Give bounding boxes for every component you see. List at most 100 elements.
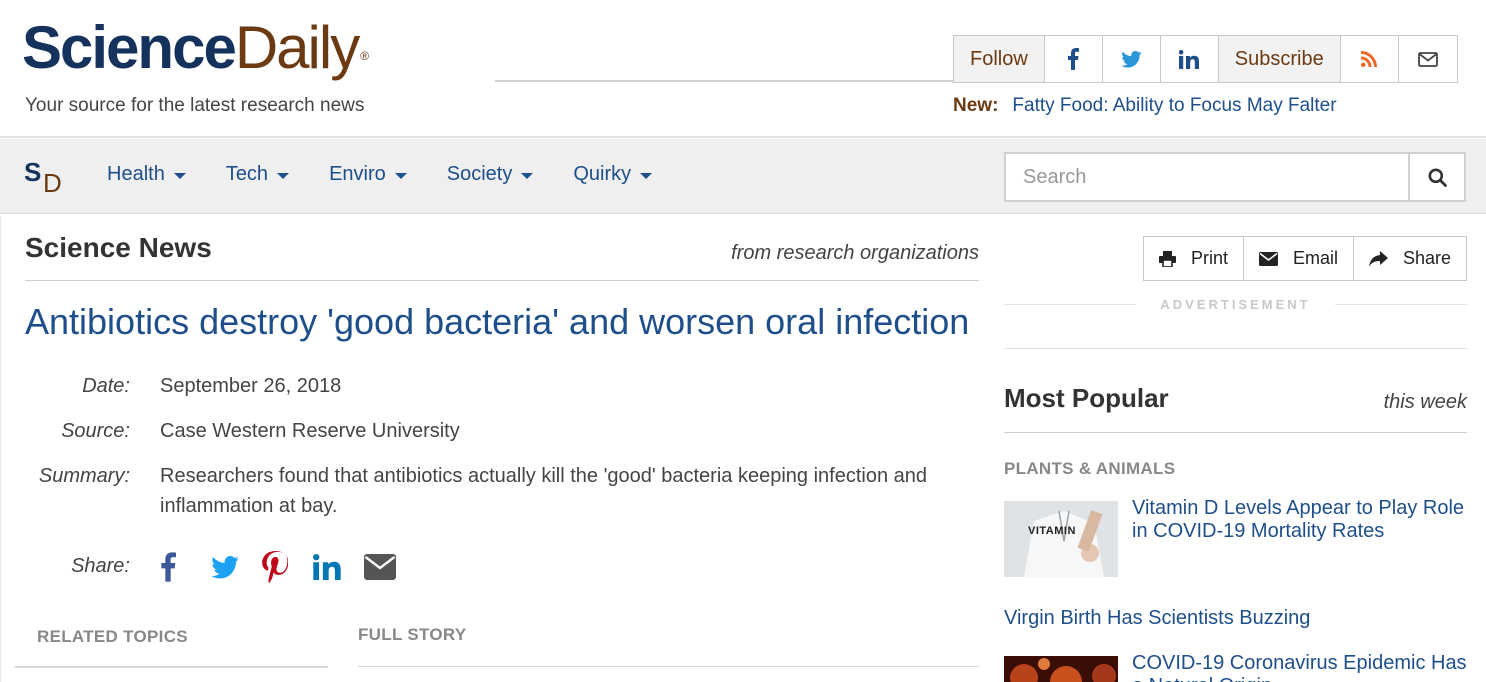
registered-mark: ®: [360, 49, 369, 63]
logo-divider: [495, 80, 955, 82]
most-popular-category[interactable]: PLANTS & ANIMALS: [1004, 459, 1175, 479]
sd-logo-s: S: [24, 157, 42, 187]
thumbnail-text: VITAMIN: [1028, 525, 1076, 537]
caret-down-icon: [277, 172, 290, 179]
caret-down-icon: [394, 172, 407, 179]
section-subtitle: from research organizations: [731, 242, 979, 264]
section-divider: [25, 280, 979, 281]
subscribe-label[interactable]: Subscribe: [1218, 36, 1341, 82]
nav-item-label: Tech: [225, 163, 269, 185]
sd-logo-d: D: [43, 168, 62, 198]
share-icons: [160, 549, 415, 585]
envelope-icon: [1259, 251, 1279, 266]
share-pinterest-button[interactable]: [262, 549, 313, 585]
search-icon: [1428, 168, 1447, 187]
share-button[interactable]: Share: [1354, 237, 1466, 280]
share-label: Share:: [71, 555, 130, 577]
share-email-button[interactable]: [364, 549, 415, 585]
caret-down-icon: [521, 172, 534, 179]
share-facebook-button[interactable]: [160, 549, 211, 585]
article-tools: Print Email Share: [1143, 236, 1468, 281]
full-story-divider: [358, 666, 979, 667]
caret-down-icon: [640, 172, 653, 179]
caret-down-icon: [173, 172, 186, 179]
search-button[interactable]: [1408, 154, 1464, 200]
article-headline: Antibiotics destroy 'good bacteria' and …: [25, 301, 970, 342]
sd-home-logo[interactable]: S D: [24, 157, 64, 198]
share-label: Share: [1403, 248, 1452, 268]
facebook-follow-button[interactable]: [1045, 36, 1103, 82]
printer-icon: [1159, 250, 1176, 267]
nav-menu: Health Tech Enviro Society Quirky: [107, 163, 692, 186]
pinterest-icon: [262, 551, 288, 583]
most-popular-divider: [1004, 432, 1467, 433]
print-label: Print: [1191, 248, 1229, 268]
facebook-icon: [161, 552, 176, 582]
sidebar: Print Email Share ADVERTISEMENT Most Pop…: [1004, 215, 1468, 682]
site-header: ScienceDaily ® Your source for the latest…: [0, 0, 1486, 138]
section-title: Science News: [25, 232, 212, 263]
source-label: Source:: [61, 420, 130, 442]
article-main: Science News from research organizations…: [0, 215, 990, 682]
nav-item-label: Quirky: [573, 163, 632, 185]
summary-label: Summary:: [38, 465, 130, 487]
nav-item-society[interactable]: Society: [447, 163, 534, 186]
email-button[interactable]: Email: [1244, 237, 1355, 280]
advertisement-label-row: ADVERTISEMENT: [1004, 297, 1467, 313]
nav-item-health[interactable]: Health: [107, 163, 186, 186]
twitter-icon: [211, 555, 239, 578]
story-thumbnail-coronavirus[interactable]: [1004, 656, 1118, 682]
site-tagline: Your source for the latest research news: [25, 95, 365, 116]
new-label: New:: [953, 95, 999, 116]
nav-item-quirky[interactable]: Quirky: [573, 163, 653, 186]
linkedin-icon: [313, 554, 341, 580]
share-arrow-icon: [1369, 250, 1389, 267]
nav-item-tech[interactable]: Tech: [225, 163, 290, 186]
date-value: September 26, 2018: [160, 375, 342, 397]
new-story-link[interactable]: Fatty Food: Ability to Focus May Falter: [1012, 95, 1336, 116]
sciencedaily-logo[interactable]: ScienceDaily ®: [22, 14, 369, 81]
full-story-heading: FULL STORY: [358, 625, 467, 644]
nav-item-label: Health: [107, 163, 165, 185]
envelope-icon: [364, 554, 396, 580]
most-popular-period: this week: [1383, 391, 1467, 413]
linkedin-follow-button[interactable]: [1161, 36, 1219, 82]
share-twitter-button[interactable]: [211, 549, 262, 585]
email-label: Email: [1293, 248, 1339, 268]
vitamin-thumbnail-image: [1004, 501, 1118, 577]
nav-item-enviro[interactable]: Enviro: [329, 163, 407, 186]
twitter-follow-button[interactable]: [1103, 36, 1161, 82]
facebook-icon: [1068, 48, 1080, 70]
new-banner: New: Fatty Food: Ability to Focus May Fal…: [953, 95, 1337, 117]
main-nav: S D Health Tech Enviro Society Quirky: [0, 139, 1486, 214]
nav-item-label: Enviro: [329, 163, 386, 185]
follow-label[interactable]: Follow: [954, 36, 1045, 82]
coronavirus-thumbnail-image: [1004, 656, 1118, 682]
story-link-coronavirus[interactable]: COVID-19 Coronavirus Epidemic Has a Natu…: [1132, 652, 1467, 682]
rss-subscribe-button[interactable]: [1341, 36, 1399, 82]
story-thumbnail-vitamin[interactable]: VITAMIN: [1004, 501, 1118, 577]
share-linkedin-button[interactable]: [313, 549, 364, 585]
most-popular-title: Most Popular: [1004, 383, 1169, 413]
advertisement-divider: [1004, 348, 1467, 349]
search-input[interactable]: [1006, 154, 1408, 200]
logo-science-text: Science: [22, 14, 237, 81]
advertisement-line-right: [1335, 304, 1467, 305]
date-label: Date:: [82, 375, 130, 397]
story-link-vitamin-d[interactable]: Vitamin D Levels Appear to Play Role in …: [1132, 497, 1467, 543]
envelope-icon: [1417, 51, 1438, 67]
follow-bar: Follow Subscribe: [953, 35, 1458, 83]
summary-value: Researchers found that antibiotics actua…: [160, 465, 927, 517]
search-box: [1004, 152, 1466, 202]
twitter-icon: [1121, 50, 1142, 68]
email-subscribe-button[interactable]: [1399, 36, 1457, 82]
related-topics-heading: RELATED TOPICS: [37, 627, 188, 646]
related-topics-divider: [15, 666, 328, 668]
source-value: Case Western Reserve University: [160, 420, 460, 442]
logo-daily-text: Daily: [234, 14, 360, 81]
print-button[interactable]: Print: [1144, 237, 1245, 280]
rss-icon: [1361, 51, 1378, 67]
nav-item-label: Society: [446, 163, 513, 185]
linkedin-icon: [1179, 49, 1200, 69]
story-link-virgin-birth[interactable]: Virgin Birth Has Scientists Buzzing: [1004, 607, 1467, 630]
